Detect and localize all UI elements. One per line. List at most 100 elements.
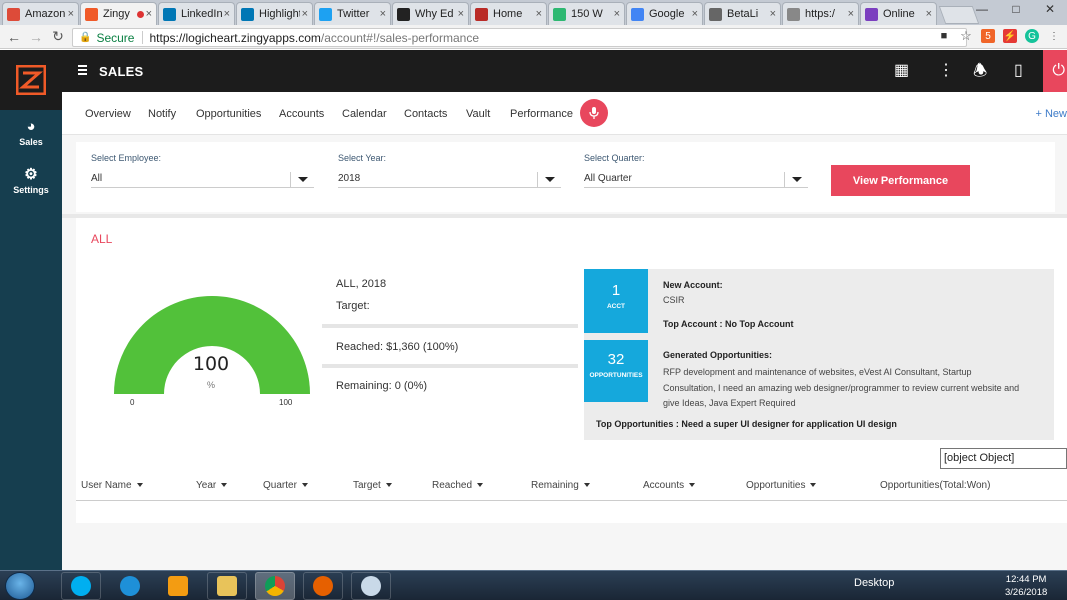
more-vertical-icon[interactable]: ⋮ [938, 60, 954, 80]
twitter-icon [319, 7, 332, 21]
column-year[interactable]: Year [196, 480, 228, 491]
tab-accounts[interactable]: Accounts [279, 108, 324, 120]
tab-overview[interactable]: Overview [85, 108, 131, 120]
column-opportunities-total-won[interactable]: Opportunities(Total:Won) [880, 480, 990, 491]
browser-tab[interactable]: Twitter × [314, 2, 391, 25]
zingy-logo[interactable] [0, 50, 62, 110]
tab-close-icon[interactable]: × [692, 8, 698, 20]
tab-vault[interactable]: Vault [466, 108, 490, 120]
minimize-icon[interactable]: — [965, 0, 999, 18]
column-quarter[interactable]: Quarter [263, 480, 308, 491]
performance-content: ALL 100 % 0 100 ALL, 2018 Target: Reache… [62, 218, 1067, 570]
quarter-select[interactable]: All Quarter [584, 166, 808, 188]
column-user-name[interactable]: User Name [81, 480, 143, 491]
tab-close-icon[interactable]: × [536, 8, 542, 20]
sidebar-item-settings[interactable]: ⚙ Settings [0, 165, 62, 195]
view-performance-button[interactable]: View Performance [831, 165, 970, 196]
browser-tab-title: Why Ed [415, 8, 454, 20]
chrome-icon[interactable] [255, 572, 295, 600]
sort-arrow-icon [136, 483, 143, 488]
browser-tab[interactable]: BetaLi × [704, 2, 781, 25]
account-count-label: ACCT [606, 303, 626, 310]
year-select[interactable]: 2018 [338, 166, 561, 188]
power-icon[interactable]: ⏻ [1043, 50, 1067, 92]
browser-tab[interactable]: https:/ × [782, 2, 859, 25]
new-link[interactable]: + New [1036, 108, 1067, 120]
window-controls: — □ ✕ [965, 0, 1067, 18]
column-opportunities[interactable]: Opportunities [746, 480, 817, 491]
microphone-icon[interactable] [580, 99, 608, 127]
performance-table-header: User Name Year Quarter Target Reached Re… [76, 471, 1067, 501]
close-icon[interactable]: ✕ [1033, 0, 1067, 18]
tab-close-icon[interactable]: × [224, 8, 230, 20]
skype-icon[interactable] [61, 572, 101, 600]
gear-icon: ⚙ [24, 166, 38, 183]
sidebar-item-sales[interactable]: ◕ Sales [0, 118, 62, 147]
gauge-max: 100 [279, 398, 293, 407]
firefox-icon[interactable] [303, 572, 343, 600]
tab-contacts[interactable]: Contacts [404, 108, 447, 120]
tab-close-icon[interactable]: × [458, 8, 464, 20]
column-reached[interactable]: Reached [432, 480, 484, 491]
browser-tab[interactable]: Home × [470, 2, 547, 25]
url-input[interactable]: 🔒 Secure https://logicheart.zingyapps.co… [72, 28, 967, 47]
back-icon[interactable]: ← [6, 29, 22, 45]
employee-label: Select Employee: [91, 153, 162, 163]
employee-select[interactable]: All [91, 166, 314, 188]
hamburger-menu-icon[interactable] [78, 65, 87, 75]
extension-red-icon[interactable]: ⚡ [1003, 29, 1017, 43]
paint-icon[interactable] [351, 572, 391, 600]
browser-tab[interactable]: Amazon × [2, 2, 79, 25]
browser-tab[interactable]: Online × [860, 2, 937, 25]
new-account-label: New Account: [663, 280, 723, 290]
remaining-text: Remaining: 0 (0%) [336, 380, 428, 392]
column-target[interactable]: Target [353, 480, 392, 491]
tab-close-icon[interactable]: × [770, 8, 776, 20]
browser-tab[interactable]: Highlights× [236, 2, 313, 25]
filter-bar: Select Employee: All Select Year: 2018 S… [62, 135, 1067, 214]
camera-icon[interactable]: ■ [937, 29, 951, 43]
quora-icon [475, 7, 488, 21]
grammarly-icon[interactable]: G [1025, 29, 1039, 43]
column-accounts[interactable]: Accounts [643, 480, 696, 491]
column-remaining[interactable]: Remaining [531, 480, 590, 491]
contacts-book-icon[interactable]: ▯ [1014, 60, 1023, 80]
browser-tab[interactable]: Why Ed × [392, 2, 469, 25]
browser-tab[interactable]: Zingy × [80, 2, 157, 25]
desktop-toolbar[interactable]: Desktop [854, 577, 894, 589]
browser-tab[interactable]: 150 W × [548, 2, 625, 25]
media-player-icon[interactable] [158, 572, 198, 600]
speedometer-icon: ◕ [26, 118, 36, 135]
apps-grid-icon[interactable]: ▦ [894, 60, 909, 80]
period-text: ALL, 2018 [336, 278, 387, 290]
tab-performance[interactable]: Performance [510, 108, 573, 120]
menu-dots-icon[interactable]: ⋮ [1047, 29, 1061, 43]
star-icon[interactable]: ☆ [959, 28, 973, 43]
extension-html-icon[interactable]: 5 [981, 29, 995, 43]
tab-calendar[interactable]: Calendar [342, 108, 387, 120]
tab-close-icon[interactable]: × [848, 8, 854, 20]
windows-start-icon[interactable] [5, 572, 35, 600]
tab-opportunities[interactable]: Opportunities [196, 108, 261, 120]
system-clock[interactable]: 12:44 PM 3/26/2018 [1005, 573, 1047, 599]
gauge-value: 100 [192, 353, 230, 375]
browser-tab[interactable]: LinkedIn × [158, 2, 235, 25]
tab-notify[interactable]: Notify [148, 108, 176, 120]
browser-tab-title: https:/ [805, 8, 835, 20]
tab-close-icon[interactable]: × [614, 8, 620, 20]
doc-icon [709, 7, 722, 21]
sort-arrow-icon [810, 483, 817, 488]
object-input[interactable]: [object Object] [940, 448, 1067, 469]
tab-close-icon[interactable]: × [146, 8, 152, 20]
reload-icon[interactable]: ↻ [50, 28, 66, 45]
tab-close-icon[interactable]: × [380, 8, 386, 20]
bell-icon[interactable]: 🕭 [973, 60, 987, 87]
internet-explorer-icon[interactable] [110, 572, 150, 600]
maximize-icon[interactable]: □ [999, 0, 1033, 18]
file-explorer-icon[interactable] [207, 572, 247, 600]
browser-tab[interactable]: Google × [626, 2, 703, 25]
tab-close-icon[interactable]: × [68, 8, 74, 20]
forward-icon[interactable]: → [28, 29, 44, 45]
tab-close-icon[interactable]: × [302, 8, 308, 20]
tab-close-icon[interactable]: × [926, 8, 932, 20]
